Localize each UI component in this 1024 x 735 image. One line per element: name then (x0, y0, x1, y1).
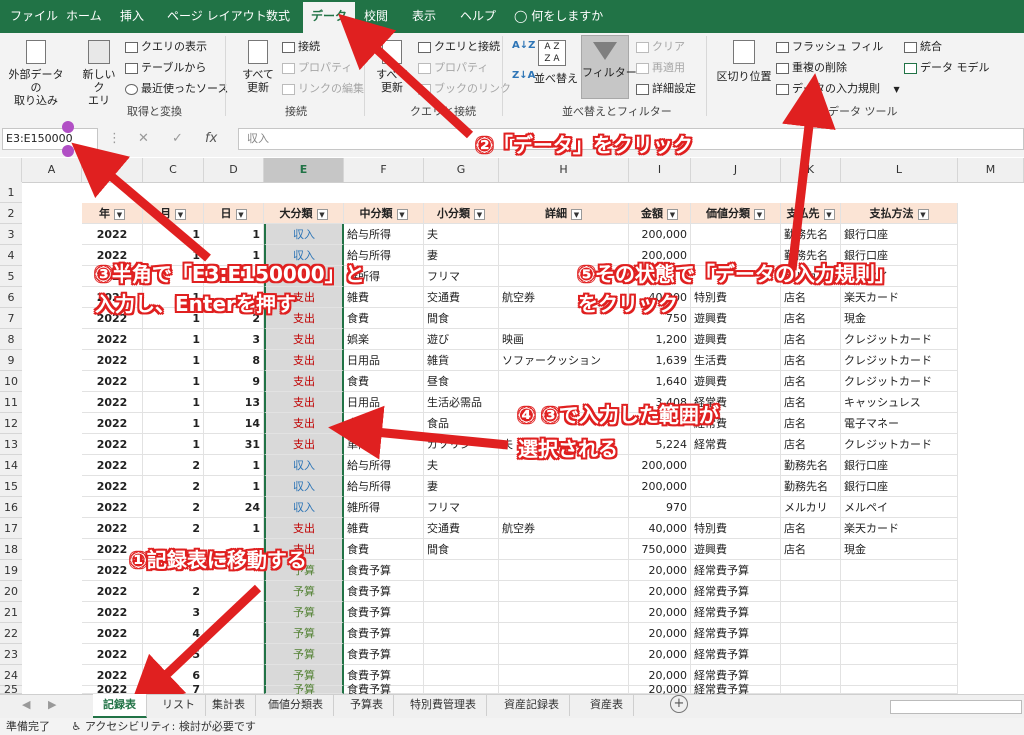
arrow-to-column-e (328, 405, 509, 460)
sheet-tab[interactable]: 特別費管理表 (400, 694, 487, 716)
annotation-step-4-line2: 選択される (518, 437, 618, 461)
scroll-left-icon[interactable]: ◀ (22, 698, 30, 711)
annotation-step-3-line2: 入力し、Enterを押す (95, 292, 296, 316)
annotation-step-5-line2: をクリック (578, 292, 678, 316)
sheet-tab[interactable]: リスト (152, 694, 206, 716)
annotation-step-5-line1: ⑤その状態で「データの入力規則」 (578, 262, 895, 286)
horizontal-scrollbar[interactable] (890, 700, 1022, 714)
sheet-tab[interactable]: 集計表 (202, 694, 256, 716)
sheet-tab[interactable]: 資産表 (580, 694, 634, 716)
status-ready: 準備完了 (6, 720, 50, 733)
annotation-arrows (71, 13, 836, 711)
annotation-step-3-line1: ③半角で「E3:E150000」と (95, 262, 365, 286)
status-accessibility[interactable]: アクセシビリティ: 検討が必要です (85, 720, 256, 733)
sheet-tab[interactable]: 価値分類表 (258, 694, 334, 716)
sheet-tab[interactable]: 記録表 (93, 694, 147, 718)
arrow-to-name-box (71, 142, 211, 262)
scroll-right-icon[interactable]: ▶ (48, 698, 56, 711)
status-bar: 準備完了 ♿ アクセシビリティ: 検討が必要です (0, 718, 1024, 735)
arrow-to-data-validation (782, 73, 836, 271)
annotation-step-4-line1: ④ ③で入力した範囲が (518, 403, 719, 427)
annotation-step-1: ①記録表に移動する (130, 548, 307, 572)
add-sheet-icon[interactable]: + (670, 695, 688, 713)
sheet-tab[interactable]: 予算表 (340, 694, 394, 716)
accessibility-icon: ♿ (71, 720, 82, 733)
arrow-to-data-tab (338, 13, 474, 139)
annotation-step-2: ②「データ」をクリック (476, 133, 693, 157)
sheet-tab[interactable]: 資産記録表 (494, 694, 570, 716)
arrow-to-sheet-tab (128, 584, 262, 711)
